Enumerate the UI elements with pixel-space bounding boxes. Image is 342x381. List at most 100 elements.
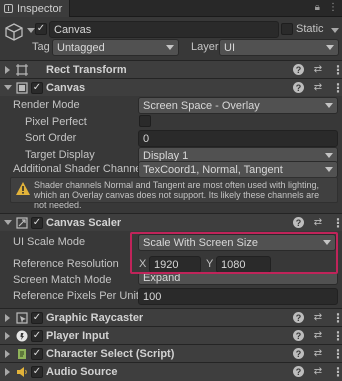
- sort-order-field[interactable]: 0: [138, 130, 338, 147]
- audio-source-header[interactable]: ✓ Audio Source ? ⇄ ⋮: [0, 362, 342, 381]
- foldout-arrow-icon[interactable]: [4, 220, 12, 225]
- help-icon[interactable]: ?: [293, 82, 304, 93]
- layer-value: UI: [224, 41, 235, 54]
- character-select-enabled-checkbox[interactable]: ✓: [31, 348, 43, 360]
- presets-icon[interactable]: ⇄: [313, 64, 323, 75]
- help-icon[interactable]: ?: [293, 217, 304, 228]
- rect-transform-header[interactable]: Rect Transform ? ⇄ ⋮: [0, 60, 342, 78]
- tab-bar-actions: 🔒︎ ⋮: [315, 2, 338, 13]
- canvas-title: Canvas: [46, 82, 86, 94]
- shader-channels-value: TexCoord1, Normal, Tangent: [143, 163, 283, 176]
- graphic-raycaster-actions: ? ⇄ ⋮: [293, 312, 342, 324]
- layer-dropdown[interactable]: UI: [219, 39, 339, 56]
- render-mode-dropdown[interactable]: Screen Space - Overlay: [138, 97, 338, 114]
- presets-icon[interactable]: ⇄: [313, 330, 323, 341]
- screen-match-mode-value: Expand: [143, 272, 181, 284]
- player-input-enabled-checkbox[interactable]: ✓: [31, 330, 43, 342]
- shader-channels-label: Additional Shader Channels: [13, 163, 150, 175]
- rect-transform-title: Rect Transform: [46, 64, 127, 76]
- audio-source-actions: ? ⇄ ⋮: [293, 366, 342, 378]
- warning-icon: [16, 182, 30, 195]
- inspector-icon: [4, 4, 13, 13]
- context-menu-icon[interactable]: ⋮: [332, 330, 342, 342]
- foldout-arrow-icon[interactable]: [5, 368, 10, 376]
- script-icon: [18, 349, 26, 359]
- graphic-raycaster-enabled-checkbox[interactable]: ✓: [31, 312, 43, 324]
- chevron-down-icon: [325, 103, 333, 108]
- rect-transform-icon: [16, 64, 28, 76]
- player-input-actions: ? ⇄ ⋮: [293, 330, 342, 342]
- ref-pixels-per-unit-label: Reference Pixels Per Unit: [13, 290, 139, 302]
- layer-label: Layer: [191, 41, 219, 53]
- ref-pixels-per-unit-field[interactable]: 100: [138, 288, 338, 305]
- help-icon[interactable]: ?: [293, 312, 304, 323]
- object-name-field[interactable]: Canvas: [49, 21, 279, 38]
- render-mode-value: Screen Space - Overlay: [143, 99, 260, 112]
- inspector-tab[interactable]: Inspector: [0, 0, 70, 17]
- presets-icon[interactable]: ⇄: [313, 312, 323, 323]
- canvas-scaler-header[interactable]: ✓ Canvas Scaler ? ⇄ ⋮: [0, 213, 342, 231]
- help-icon[interactable]: ?: [293, 64, 304, 75]
- presets-icon[interactable]: ⇄: [313, 348, 323, 359]
- help-icon[interactable]: ?: [293, 366, 304, 377]
- chevron-down-icon: [325, 167, 333, 172]
- context-menu-icon[interactable]: ⋮: [332, 82, 342, 94]
- canvas-icon: [16, 82, 28, 94]
- presets-icon[interactable]: ⇄: [313, 217, 323, 228]
- cube-dropdown-arrow[interactable]: [27, 28, 35, 33]
- foldout-arrow-icon[interactable]: [5, 332, 10, 340]
- object-name-value: Canvas: [54, 23, 92, 36]
- context-menu-icon[interactable]: ⋮: [332, 348, 342, 360]
- character-select-header[interactable]: ✓ Character Select (Script) ? ⇄ ⋮: [0, 344, 342, 362]
- context-menu-icon[interactable]: ⋮: [332, 64, 342, 76]
- pixel-perfect-checkbox[interactable]: [139, 115, 151, 127]
- presets-icon[interactable]: ⇄: [313, 82, 323, 93]
- sort-order-label: Sort Order: [25, 132, 77, 144]
- canvas-actions: ? ⇄ ⋮: [293, 82, 342, 94]
- canvas-scaler-enabled-checkbox[interactable]: ✓: [31, 217, 43, 229]
- context-menu-icon[interactable]: ⋮: [332, 217, 342, 229]
- canvas-scaler-actions: ? ⇄ ⋮: [293, 217, 342, 229]
- lock-icon[interactable]: 🔒︎: [315, 2, 320, 13]
- foldout-arrow-icon[interactable]: [4, 85, 12, 90]
- foldout-arrow-icon[interactable]: [5, 314, 10, 322]
- player-input-header[interactable]: ✓ Player Input ? ⇄ ⋮: [0, 326, 342, 344]
- object-active-checkbox[interactable]: ✓: [35, 23, 47, 35]
- warning-text: Shader channels Normal and Tangent are m…: [34, 180, 320, 210]
- static-label: Static: [296, 23, 324, 35]
- character-select-title: Character Select (Script): [46, 348, 175, 360]
- context-menu-icon[interactable]: ⋮: [332, 312, 342, 324]
- audio-source-icon: [17, 367, 27, 377]
- target-display-value: Display 1: [143, 149, 189, 162]
- graphic-raycaster-header[interactable]: ✓ Graphic Raycaster ? ⇄ ⋮: [0, 308, 342, 326]
- raycaster-icon: [16, 312, 28, 324]
- static-checkbox[interactable]: [281, 23, 293, 35]
- help-icon[interactable]: ?: [293, 330, 304, 341]
- sort-order-value: 0: [143, 132, 150, 145]
- foldout-arrow-icon[interactable]: [5, 350, 10, 358]
- foldout-arrow-icon[interactable]: [5, 66, 10, 74]
- graphic-raycaster-title: Graphic Raycaster: [46, 312, 144, 324]
- inspector-tab-bar: Inspector 🔒︎ ⋮: [0, 0, 342, 17]
- canvas-scaler-icon: [16, 217, 28, 229]
- shader-channels-dropdown[interactable]: TexCoord1, Normal, Tangent: [138, 161, 338, 178]
- kebab-menu-icon[interactable]: ⋮: [328, 2, 338, 13]
- help-icon[interactable]: ?: [293, 348, 304, 359]
- presets-icon[interactable]: ⇄: [313, 366, 323, 377]
- audio-source-title: Audio Source: [46, 366, 118, 378]
- canvas-header[interactable]: ✓ Canvas ? ⇄ ⋮: [0, 78, 342, 96]
- canvas-enabled-checkbox[interactable]: ✓: [31, 82, 43, 94]
- rect-transform-actions: ? ⇄ ⋮: [293, 64, 342, 76]
- chevron-down-icon: [325, 153, 333, 158]
- character-select-actions: ? ⇄ ⋮: [293, 348, 342, 360]
- chevron-down-icon: [166, 45, 174, 50]
- static-dropdown-arrow[interactable]: [331, 28, 339, 33]
- ui-scale-mode-label: UI Scale Mode: [13, 236, 86, 248]
- context-menu-icon[interactable]: ⋮: [332, 366, 342, 378]
- player-input-title: Player Input: [46, 330, 109, 342]
- highlight-box: [130, 232, 338, 274]
- render-mode-label: Render Mode: [13, 99, 80, 111]
- audio-source-enabled-checkbox[interactable]: ✓: [31, 366, 43, 378]
- tag-dropdown[interactable]: Untagged: [52, 39, 179, 56]
- target-display-label: Target Display: [25, 149, 95, 161]
